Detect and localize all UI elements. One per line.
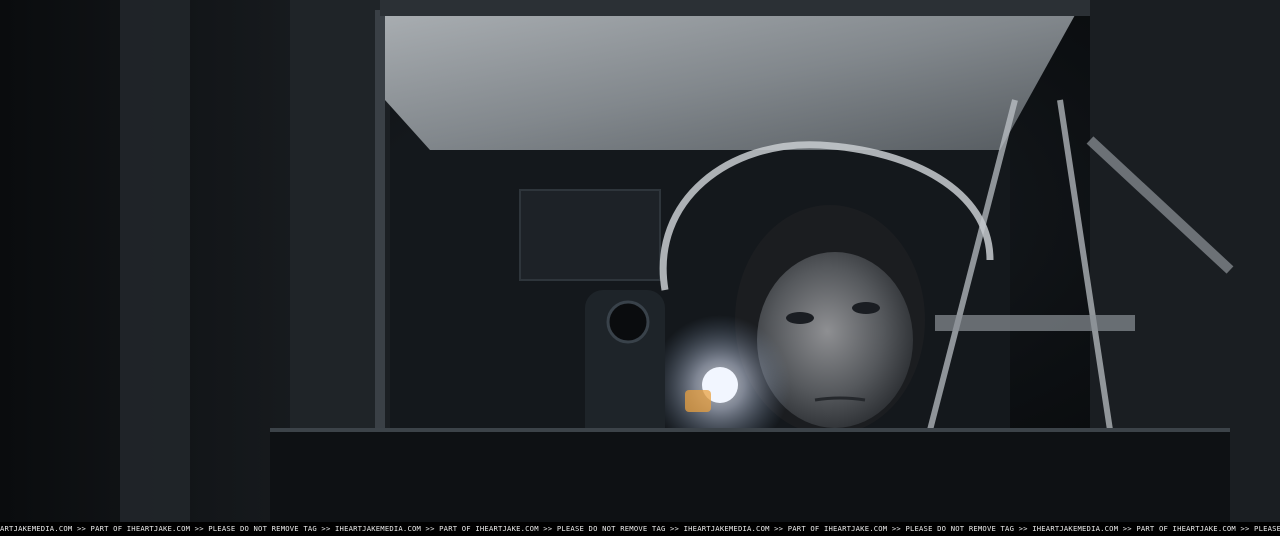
back-rack bbox=[519, 189, 661, 281]
left-eye bbox=[786, 312, 814, 324]
watermark-text: ARTJAKEMEDIA.COM >> PART OF IHEARTJAKE.C… bbox=[0, 524, 1280, 533]
top-frame bbox=[380, 0, 1100, 16]
scene-illustration bbox=[0, 0, 1280, 522]
left-frame-edge bbox=[375, 10, 385, 430]
right-clamp bbox=[935, 315, 1135, 331]
table-edge bbox=[270, 428, 1230, 432]
right-eye bbox=[852, 302, 880, 314]
ceiling-panel bbox=[385, 15, 1075, 150]
left-pillar bbox=[120, 0, 190, 522]
warm-flare bbox=[685, 390, 711, 412]
table-surface bbox=[270, 430, 1230, 522]
left-frame-post bbox=[290, 0, 385, 430]
photo-scene bbox=[0, 0, 1280, 522]
foreground-lens bbox=[606, 300, 650, 344]
watermark-strip: ARTJAKEMEDIA.COM >> PART OF IHEARTJAKE.C… bbox=[0, 522, 1280, 536]
